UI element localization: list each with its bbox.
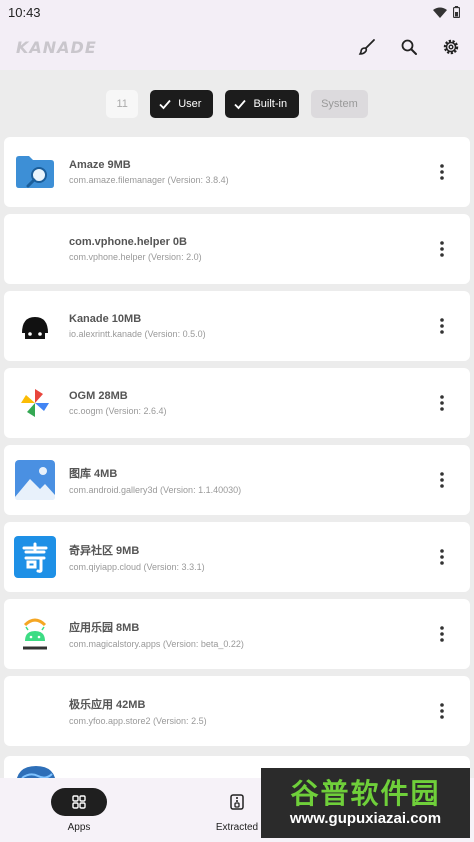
list-item[interactable]: 奇异社区 9MB com.qiyiapp.cloud (Version: 3.3… [4,522,470,592]
more-vert-icon[interactable] [432,162,452,182]
nav-apps-label: Apps [67,822,91,833]
status-time: 10:43 [8,4,41,20]
check-icon [234,99,247,110]
more-vert-icon[interactable] [432,624,452,644]
check-icon [159,99,171,110]
nav-extracted-pill [209,788,265,816]
more-vert-icon[interactable] [432,239,452,259]
more-vert-icon[interactable] [432,393,452,413]
list-item[interactable]: Amaze 9MB com.amaze.filemanager (Version… [4,137,470,207]
list-item[interactable]: Kanade 10MB io.alexrintt.kanade (Version… [4,291,470,361]
system-filter-chip[interactable]: System [311,90,368,118]
app-list: Amaze 9MB com.amaze.filemanager (Version… [4,137,470,753]
brush-icon[interactable] [356,36,378,58]
user-filter-label: User [178,98,202,110]
app-title: 奇异社区 9MB [69,545,140,557]
more-vert-icon[interactable] [432,547,452,567]
system-filter-label: System [321,98,358,110]
app-package: com.vphone.helper (Version: 2.0) [69,252,202,262]
folder-search-icon [14,151,56,193]
android-logo-icon [14,613,56,655]
app-title: 极乐应用 42MB [69,699,146,711]
list-item[interactable]: 应用乐园 8MB com.magicalstory.apps (Version:… [4,599,470,669]
watermark-url: www.gupuxiazai.com [289,810,442,827]
app-logo: KANADE [16,37,97,57]
nav-extracted-label: Extracted [215,822,259,833]
archive-icon [230,794,244,810]
blank-app-icon [14,228,56,270]
list-item[interactable]: 图库 4MB com.android.gallery3d (Version: 1… [4,445,470,515]
app-package: com.yfoo.app.store2 (Version: 2.5) [69,716,207,726]
app-count-chip: 11 [106,90,139,118]
filter-chips: 11 User Built-in System [0,90,474,118]
android-bot-icon [14,305,56,347]
app-actions [356,36,462,58]
more-vert-icon[interactable] [432,701,452,721]
app-package: cc.oogm (Version: 2.6.4) [69,406,167,416]
app-title: 图库 4MB [69,468,118,480]
gear-icon[interactable] [440,36,462,58]
list-item[interactable]: 极乐应用 42MB com.yfoo.app.store2 (Version: … [4,676,470,746]
builtin-filter-label: Built-in [253,98,288,110]
app-title: com.vphone.helper 0B [69,236,187,248]
app-package: com.magicalstory.apps (Version: beta_0.2… [69,639,244,649]
app-bar: KANADE [0,24,474,70]
app-package: com.amaze.filemanager (Version: 3.8.4) [69,175,229,185]
app-package: io.alexrintt.kanade (Version: 0.5.0) [69,329,206,339]
nav-apps-pill [51,788,107,816]
app-package: com.qiyiapp.cloud (Version: 3.3.1) [69,562,205,572]
watermark: 谷普软件园 www.gupuxiazai.com [261,768,470,838]
app-title: OGM 28MB [69,390,128,402]
status-icons [433,6,460,18]
list-item[interactable]: OGM 28MB cc.oogm (Version: 2.6.4) [4,368,470,438]
more-vert-icon[interactable] [432,316,452,336]
watermark-title: 谷普软件园 [290,778,441,809]
user-filter-chip[interactable]: User [150,90,214,118]
app-title: Amaze 9MB [69,159,131,171]
app-package: com.android.gallery3d (Version: 1.1.4003… [69,485,242,495]
qi-icon [14,536,56,578]
builtin-filter-chip[interactable]: Built-in [225,90,300,118]
status-bar: 10:43 [0,0,474,24]
blank-app-icon [14,690,56,732]
app-title: 应用乐园 8MB [69,622,140,634]
search-icon[interactable] [398,36,420,58]
wifi-icon [433,7,447,18]
app-title: Kanade 10MB [69,313,142,325]
more-vert-icon[interactable] [432,470,452,490]
nav-apps[interactable]: Apps [0,778,158,842]
battery-icon [453,6,460,18]
grid-icon [72,795,86,809]
list-item[interactable]: com.vphone.helper 0B com.vphone.helper (… [4,214,470,284]
pinwheel-icon [14,382,56,424]
gallery-icon [14,459,56,501]
